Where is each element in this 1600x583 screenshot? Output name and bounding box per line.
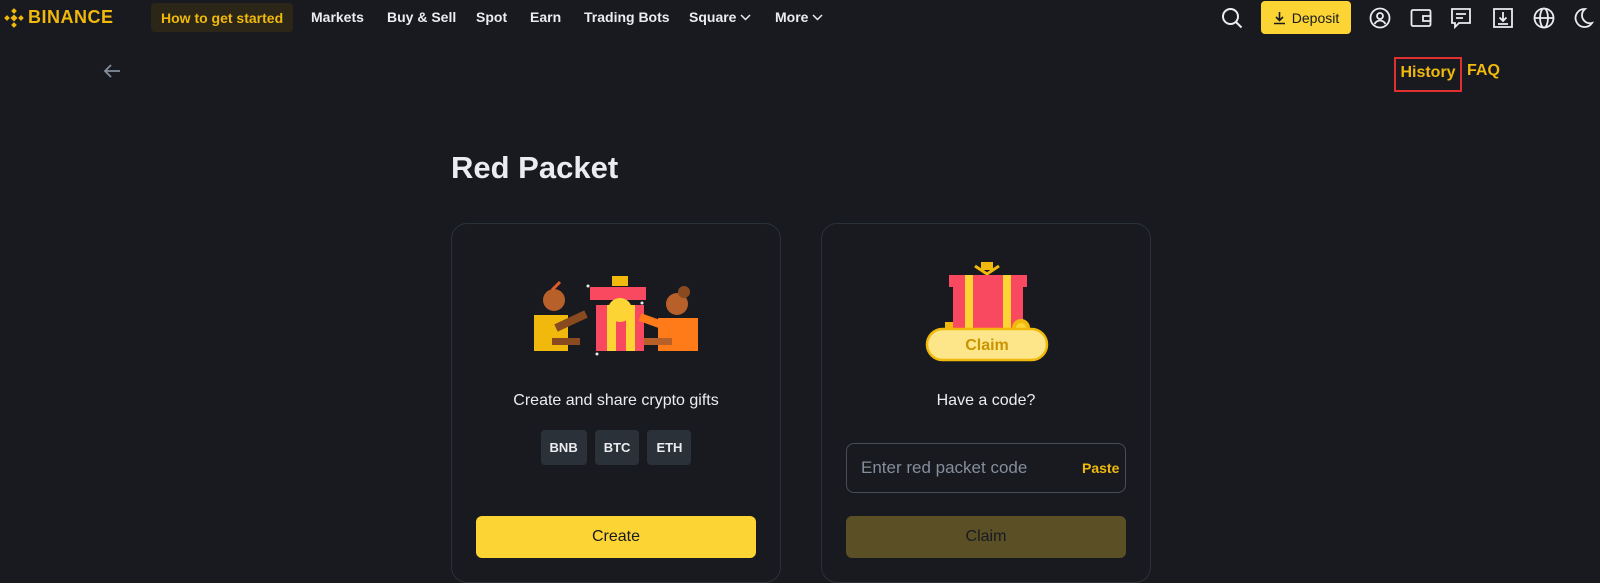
language-icon[interactable]	[1532, 6, 1556, 30]
claim-card: Claim Have a code? Paste Claim	[821, 223, 1151, 583]
theme-toggle-icon[interactable]	[1571, 6, 1595, 30]
nav-label: Buy & Sell	[387, 9, 457, 25]
nav-label: Markets	[311, 9, 364, 25]
nav-label: Trading Bots	[584, 9, 670, 25]
account-icon[interactable]	[1368, 6, 1392, 30]
chevron-down-icon	[812, 13, 823, 21]
coin-chip-bnb: BNB	[540, 430, 587, 465]
paste-button[interactable]: Paste	[1082, 460, 1119, 476]
nav-label: More	[775, 9, 809, 25]
coin-chips: BNB BTC ETH	[452, 430, 780, 465]
app-download-icon[interactable]	[1491, 6, 1515, 30]
logo-text: BINANCE	[28, 7, 114, 27]
create-card-description: Create and share crypto gifts	[513, 392, 719, 409]
nav-more[interactable]: More	[775, 9, 823, 25]
wallet-icon[interactable]	[1409, 6, 1433, 30]
nav-spot[interactable]: Spot	[476, 9, 507, 25]
red-packet-code-field: Paste	[846, 443, 1126, 493]
nav-square[interactable]: Square	[689, 9, 751, 25]
history-link[interactable]: History	[1394, 57, 1462, 92]
chevron-down-icon	[740, 13, 751, 21]
nav-markets[interactable]: Markets	[311, 9, 364, 25]
how-to-get-started-button[interactable]: How to get started	[151, 3, 294, 32]
binance-logo-icon	[4, 7, 24, 28]
nav-buy-sell[interactable]: Buy & Sell	[387, 9, 456, 25]
red-packet-code-input[interactable]	[861, 458, 1082, 478]
top-navigation: BINANCE How to get started Markets Buy &…	[0, 0, 1600, 36]
nav-label: Square	[689, 9, 737, 25]
create-card: Create and share crypto gifts BNB BTC ET…	[451, 223, 781, 583]
page-title: Red Packet	[451, 150, 619, 185]
search-icon[interactable]	[1220, 6, 1244, 30]
deposit-label: Deposit	[1291, 9, 1340, 26]
coin-chip-eth: ETH	[647, 430, 692, 465]
coin-chip-btc: BTC	[594, 430, 640, 465]
nav-trading-bots[interactable]: Trading Bots	[584, 9, 670, 25]
messages-icon[interactable]	[1449, 6, 1473, 30]
nav-label: Earn	[530, 9, 562, 25]
claim-card-question: Have a code?	[936, 392, 1036, 409]
gift-sharing-illustration	[534, 276, 698, 356]
gift-claim-illustration: Claim	[925, 262, 1049, 362]
claim-illustration-label: Claim	[965, 337, 1009, 354]
faq-link[interactable]: FAQ	[1467, 62, 1500, 80]
nav-earn[interactable]: Earn	[530, 9, 561, 25]
binance-logo[interactable]: BINANCE	[4, 7, 114, 28]
claim-button[interactable]: Claim	[846, 516, 1126, 558]
deposit-button[interactable]: Deposit	[1261, 1, 1351, 34]
nav-label: Spot	[476, 9, 508, 25]
back-arrow-icon[interactable]	[102, 61, 122, 81]
download-icon	[1273, 11, 1285, 24]
create-button[interactable]: Create	[476, 516, 756, 558]
